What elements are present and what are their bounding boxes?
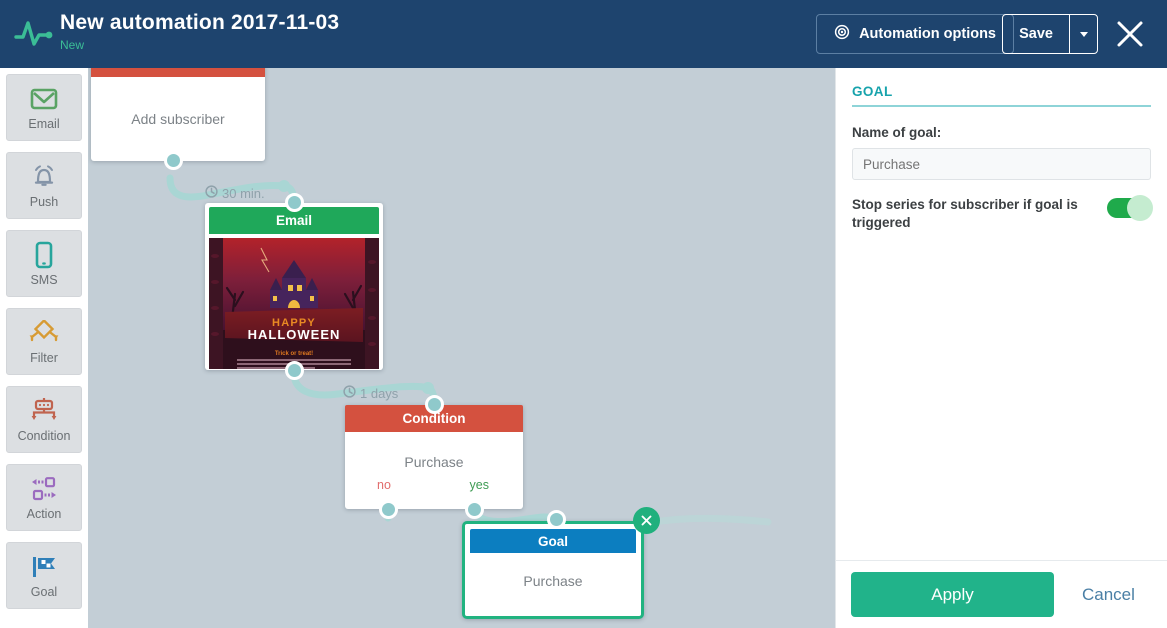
sidebar-item-action[interactable]: Action xyxy=(6,464,82,531)
automation-options-label: Automation options xyxy=(859,26,996,42)
stop-series-row: Stop series for subscriber if goal is tr… xyxy=(852,195,1153,232)
bell-icon xyxy=(30,162,58,192)
stop-series-toggle[interactable] xyxy=(1107,195,1153,221)
goal-flag-icon xyxy=(28,552,60,582)
delete-node-button[interactable] xyxy=(633,507,660,534)
app-header: New automation 2017-11-03 New Automation… xyxy=(0,0,1167,68)
edge-label-text: 30 min. xyxy=(222,185,265,201)
node-body-text: Add subscriber xyxy=(131,111,225,127)
goal-name-input[interactable] xyxy=(852,148,1151,180)
sidebar-item-label: Action xyxy=(26,507,62,521)
save-button-group: Save xyxy=(1002,14,1098,54)
connector-dot-no[interactable] xyxy=(379,500,398,519)
edge-label-delay-1: 30 min. xyxy=(205,185,265,201)
cancel-button[interactable]: Cancel xyxy=(1076,584,1141,606)
node-goal[interactable]: Goal Purchase xyxy=(462,507,660,619)
sidebar-item-email[interactable]: Email xyxy=(6,74,82,141)
toggle-knob xyxy=(1127,195,1153,221)
panel-title: GOAL xyxy=(852,84,1151,107)
svg-text:HALLOWEEN: HALLOWEEN xyxy=(248,327,341,342)
goal-name-label: Name of goal: xyxy=(852,125,942,140)
close-button[interactable] xyxy=(1111,15,1149,53)
clock-icon xyxy=(205,185,218,201)
email-preview-thumbnail[interactable]: HAPPY HALLOWEEN Trick or treat! xyxy=(209,238,379,369)
title-block: New automation 2017-11-03 New xyxy=(60,10,339,53)
mobile-icon xyxy=(33,240,55,270)
edge-label-text: 1 days xyxy=(360,385,399,401)
svg-text:Trick or treat!: Trick or treat! xyxy=(275,351,313,357)
node-flow-start[interactable]: Flow start Add subscriber xyxy=(91,68,265,170)
save-button[interactable]: Save xyxy=(1003,15,1069,53)
connector-dot-in[interactable] xyxy=(425,395,444,414)
clock-icon xyxy=(343,385,356,401)
sidebar-item-push[interactable]: Push xyxy=(6,152,82,219)
sidebar-item-filter[interactable]: Filter xyxy=(6,308,82,375)
condition-icon xyxy=(27,396,61,426)
connector-dot-in[interactable] xyxy=(547,510,566,529)
sidebar-item-label: SMS xyxy=(30,273,58,287)
sidebar-item-label: Condition xyxy=(17,429,71,443)
save-dropdown-button[interactable] xyxy=(1069,15,1097,53)
action-icon xyxy=(27,474,61,504)
close-icon xyxy=(1117,21,1143,47)
automation-options-button[interactable]: Automation options xyxy=(816,14,1014,54)
status-badge: New xyxy=(60,38,85,52)
node-condition[interactable]: Condition Purchase no yes xyxy=(345,395,523,519)
apply-button[interactable]: Apply xyxy=(851,572,1054,617)
node-email[interactable]: Email HAPPY HALLOWEEN Trick or treat! xyxy=(205,193,383,380)
node-body-text: Purchase xyxy=(523,573,583,589)
node-header: Goal xyxy=(470,529,636,553)
panel-footer: Apply Cancel xyxy=(836,560,1167,628)
email-icon xyxy=(30,84,58,114)
branch-label-yes: yes xyxy=(469,478,489,492)
sidebar-item-goal[interactable]: Goal xyxy=(6,542,82,609)
tool-sidebar: Email Push SMS Filter Condition Action G… xyxy=(0,68,88,628)
stop-series-label: Stop series for subscriber if goal is tr… xyxy=(852,197,1078,230)
connector-dot-in[interactable] xyxy=(285,193,304,212)
connector-dot-yes[interactable] xyxy=(465,500,484,519)
close-icon xyxy=(641,515,652,526)
automation-editor: New automation 2017-11-03 New Automation… xyxy=(0,0,1167,628)
chevron-down-icon xyxy=(1079,31,1088,37)
sidebar-item-label: Filter xyxy=(30,351,58,365)
pulse-logo-icon xyxy=(10,10,56,56)
edge-label-delay-2: 1 days xyxy=(343,385,398,401)
panel-content: GOAL Name of goal: Stop series for subsc… xyxy=(836,68,1167,232)
connector-dot-out[interactable] xyxy=(164,151,183,170)
gear-target-icon xyxy=(834,24,850,44)
sidebar-item-label: Push xyxy=(29,195,59,209)
sidebar-item-sms[interactable]: SMS xyxy=(6,230,82,297)
node-header: Flow start xyxy=(91,68,265,77)
branch-label-no: no xyxy=(377,478,391,492)
sidebar-item-label: Goal xyxy=(30,585,58,599)
node-body-text: Purchase xyxy=(404,454,464,470)
connector-dot-out[interactable] xyxy=(285,361,304,380)
page-title: New automation 2017-11-03 xyxy=(60,11,340,34)
sidebar-item-label: Email xyxy=(28,117,60,131)
filter-icon xyxy=(27,318,61,348)
properties-panel: GOAL Name of goal: Stop series for subsc… xyxy=(835,68,1167,628)
flow-canvas[interactable]: Flow start Add subscriber 30 min. Email xyxy=(88,68,835,628)
branch-labels: no yes xyxy=(345,478,523,492)
sidebar-item-condition[interactable]: Condition xyxy=(6,386,82,453)
